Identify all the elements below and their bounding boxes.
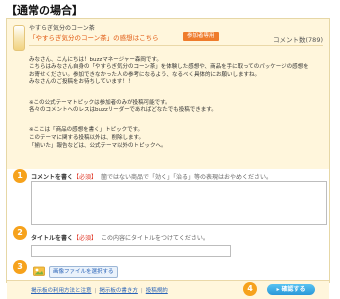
step-4-icon: 4 — [243, 282, 257, 296]
message-paragraph-2: ※この公式テーマトピックは参加者のみが投稿可能です。 各々のコメントへのレスはb… — [29, 99, 217, 114]
topic-header: やすらぎ気分のコーン茶 「やすらぎ気分のコーン茶」の感想はこちら 参加者専用 コ… — [7, 19, 329, 169]
message-paragraph-1: みなさん、こんにちは！buzzマネージャー森岡です。 こちらはみなさん自身の「や… — [29, 56, 309, 86]
product-brand: やすらぎ気分のコーン茶 — [29, 25, 95, 32]
divider — [29, 45, 323, 46]
topic-card: やすらぎ気分のコーン茶 「やすらぎ気分のコーン茶」の感想はこちら 参加者専用 コ… — [6, 18, 330, 299]
step-3-icon: 3 — [13, 260, 27, 274]
comment-label-row: コメントを書く【必須】 箇ではない商品で「効く」「治る」等の表現はおやめください。 — [31, 172, 272, 181]
comment-label: コメントを書く — [31, 174, 74, 181]
topic-message: みなさん、こんにちは！buzzマネージャー森岡です。 こちらはみなさん自身の「や… — [29, 49, 319, 163]
separator: | — [94, 288, 97, 294]
usage-guide-link[interactable]: 掲示板の利用方法と注意 — [31, 288, 92, 294]
topic-title-link[interactable]: 「やすらぎ気分のコーン茶」の感想はこちら — [29, 32, 159, 42]
participants-only-badge: 参加者専用 — [183, 32, 219, 41]
message-paragraph-3: ※ここは「商品の感想を書く」トピックです。 このテーマに関する投稿以外は、削除し… — [29, 127, 167, 149]
step-2-icon: 2 — [13, 226, 27, 240]
product-bottle-image — [13, 25, 25, 51]
comment-hint: 箇ではない商品で「効く」「治る」等の表現はおやめください。 — [101, 174, 273, 181]
posting-terms-link[interactable]: 投稿規約 — [146, 288, 168, 294]
comment-count: コメント数(789) — [273, 36, 323, 44]
comment-textarea[interactable] — [31, 181, 327, 225]
required-mark: 【必須】 — [73, 235, 98, 242]
step-1-icon: 1 — [13, 169, 27, 183]
title-hint: この内容にタイトルをつけてください。 — [101, 235, 209, 242]
how-to-write-link[interactable]: 掲示板の書き方 — [99, 288, 138, 294]
footer-links: 掲示板の利用方法と注意 | 掲示板の書き方 | 投稿規約 — [31, 286, 171, 294]
select-image-file-button[interactable]: 画像ファイルを選択する — [49, 266, 118, 278]
section-heading: 【通常の場合】 — [6, 4, 83, 17]
separator: | — [140, 288, 143, 294]
confirm-button[interactable]: ▸ 確認する — [267, 284, 315, 295]
title-label-row: タイトルを書く【必須】 この内容にタイトルをつけてください。 — [31, 233, 209, 242]
title-label: タイトルを書く — [31, 235, 74, 242]
form-footer: 掲示板の利用方法と注意 | 掲示板の書き方 | 投稿規約 4 ▸ 確認する — [7, 280, 329, 299]
title-input[interactable] — [31, 245, 231, 257]
required-mark: 【必須】 — [73, 174, 98, 181]
image-upload-icon — [33, 266, 45, 276]
